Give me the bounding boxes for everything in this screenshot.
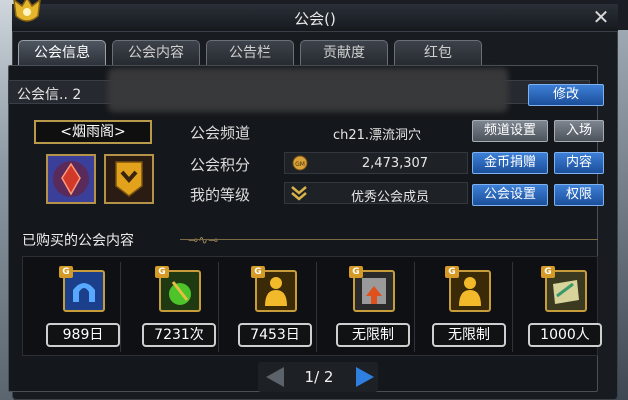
item-label: 无限制: [432, 323, 506, 347]
rank-chevron-icon: [291, 186, 307, 201]
purchased-section-title: 已购买的公会内容: [22, 233, 134, 249]
close-button[interactable]: ✕: [590, 7, 612, 29]
item-separator: [414, 262, 415, 352]
next-page-icon[interactable]: [356, 367, 374, 387]
item-separator: [512, 262, 513, 352]
pagination: 1/ 2: [258, 362, 378, 392]
g-badge: G: [349, 266, 363, 278]
prev-page-icon[interactable]: [266, 367, 284, 387]
purchased-item[interactable]: G 1000人: [528, 266, 602, 356]
edit-button[interactable]: 修改: [528, 84, 604, 106]
item-label: 1000人: [528, 323, 602, 347]
purchased-item[interactable]: G 无限制: [432, 266, 506, 356]
tab-bulletin[interactable]: 公告栏: [206, 40, 294, 66]
channel-label: 公会频道: [190, 124, 251, 142]
item-separator: [120, 262, 121, 352]
channel-settings-button[interactable]: 频道设置: [472, 120, 548, 142]
guild-crest-tile: [46, 154, 96, 204]
page-indicator: 1/ 2: [304, 368, 334, 386]
g-badge: G: [59, 266, 73, 278]
item-label: 无限制: [336, 323, 410, 347]
gold-donate-button[interactable]: 金币捐赠: [472, 152, 548, 174]
item-separator: [218, 262, 219, 352]
item-label: 7453日: [238, 323, 312, 347]
g-badge: G: [251, 266, 265, 278]
tab-guild-content[interactable]: 公会内容: [112, 40, 200, 66]
window-title: 公会(): [294, 10, 336, 28]
g-badge: G: [445, 266, 459, 278]
purchased-item[interactable]: G 989日: [46, 266, 120, 356]
guild-settings-button[interactable]: 公会设置: [472, 184, 548, 206]
title-bar: 公会() ✕: [12, 0, 618, 32]
content-button[interactable]: 内容: [554, 152, 604, 174]
item-separator: [316, 262, 317, 352]
tab-guild-info[interactable]: 公会信息: [18, 40, 106, 66]
item-label: 989日: [46, 323, 120, 347]
section-divider: [180, 239, 598, 240]
guild-banner-tile: [104, 154, 154, 204]
redacted-area: [108, 68, 508, 112]
purchased-item[interactable]: G 无限制: [336, 266, 410, 356]
rank-label: 我的等级: [190, 186, 251, 204]
guild-name-label: 公会信.. 2: [17, 87, 82, 103]
points-label: 公会积分: [190, 156, 251, 174]
enter-button[interactable]: 入场: [554, 120, 604, 142]
tab-red-packet[interactable]: 红包: [394, 40, 482, 66]
close-icon: ✕: [592, 5, 610, 29]
permissions-button[interactable]: 权限: [554, 184, 604, 206]
guild-display-name: <烟雨阁>: [34, 120, 152, 144]
channel-value: ch21.漂流洞穴: [332, 128, 422, 143]
g-badge: G: [541, 266, 555, 278]
svg-text:GM: GM: [295, 161, 305, 168]
rank-value: 优秀公会成员: [350, 190, 429, 205]
item-label: 7231次: [142, 323, 216, 347]
points-value: 2,473,307: [361, 156, 429, 171]
purchased-item[interactable]: G 7453日: [238, 266, 312, 356]
tab-bar: 公会信息 公会内容 公告栏 贡献度 红包: [18, 40, 482, 66]
ornament-icon: ⊸∿⊸: [188, 233, 219, 247]
g-badge: G: [155, 266, 169, 278]
gold-coin-icon: GM: [292, 155, 308, 171]
purchased-item[interactable]: G 7231次: [142, 266, 216, 356]
red-gem-icon: [48, 156, 94, 202]
shield-banner-icon: [106, 156, 152, 202]
tab-contribution[interactable]: 贡献度: [300, 40, 388, 66]
